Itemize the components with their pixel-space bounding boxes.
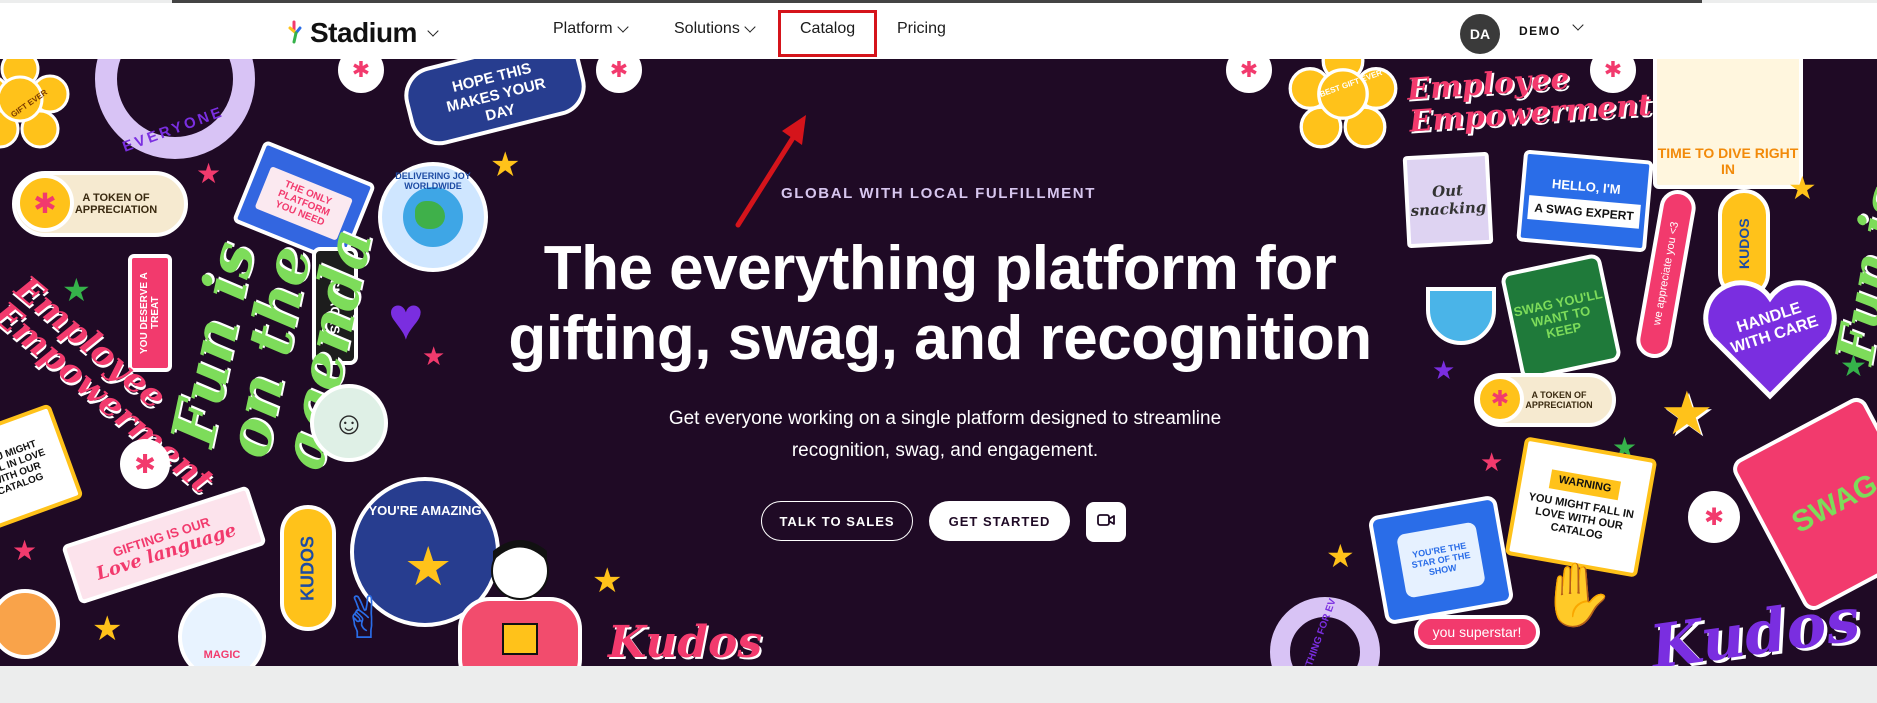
logo-mark-icon	[288, 20, 304, 46]
person-gift-sticker	[455, 529, 585, 666]
logo-text: Stadium	[310, 17, 417, 48]
star-icon: ★	[490, 146, 521, 184]
swag-block-sticker: SWAG	[1728, 393, 1877, 615]
headline-line: gifting, swag, and recognition	[508, 304, 1372, 373]
star-show-text: YOU'RE THE STAR OF THE SHOW	[1396, 521, 1486, 599]
subtitle-line: Get everyone working on a single platfor…	[668, 408, 1222, 429]
stadium-star-icon: ✱	[1688, 491, 1740, 543]
stadium-star-icon: ✱	[1476, 375, 1524, 423]
kudos-pill-left: KUDOS	[280, 505, 336, 631]
star-icon: ★	[1480, 447, 1504, 477]
magic-text: MAGIC	[203, 649, 241, 661]
chevron-down-icon	[616, 21, 629, 33]
stadium-star-icon: ✱	[120, 439, 170, 489]
page-bottom-area	[0, 666, 1877, 703]
stadium-star-icon: ✱	[16, 174, 74, 232]
headline-line: The everything platform for	[543, 234, 1337, 303]
everyone-ring-sticker	[95, 59, 255, 159]
hope-sticker: HOPE THIS MAKES YOUR DAY	[397, 59, 593, 152]
stadium-star-icon: ✱	[1226, 59, 1272, 93]
employee-empowerment-right: Employee Empowerment	[1405, 61, 1653, 140]
stadium-star-icon: ✱	[596, 59, 642, 93]
flower-sticker	[0, 59, 70, 154]
star-icon: ★	[1326, 538, 1355, 574]
superstar-sticker: you superstar!	[1414, 615, 1540, 649]
nav-item-pricing[interactable]: Pricing	[897, 20, 946, 38]
star-icon: ★	[92, 610, 123, 648]
catalog-warning-right: WARNING YOU MIGHT FALL IN LOVE WITH OUR …	[1504, 436, 1658, 578]
fall-in-love-text: YOU MIGHT FALL IN LOVE WITH OUR CATALOG	[1527, 490, 1635, 543]
nav-item-platform[interactable]: Platform	[553, 20, 629, 38]
bowl-sticker	[0, 589, 60, 659]
star-face-icon: ★	[1660, 380, 1714, 447]
avatar[interactable]: DA	[1460, 14, 1500, 54]
hero-subtitle: Get everyone working on a single platfor…	[600, 403, 1290, 467]
top-navigation: Stadium Platform Solutions Catalog Prici…	[0, 3, 1877, 59]
token-text: A TOKEN OF APPRECIATION	[1525, 390, 1593, 410]
kudos-script-left: Kudos	[608, 617, 763, 666]
video-camera-icon	[1097, 513, 1115, 532]
peace-hand-icon: ✌	[340, 586, 389, 651]
amazing-text: YOU'RE AMAZING	[368, 503, 482, 518]
tv-sticker: YOU'RE THE STAR OF THE SHOW	[1367, 494, 1515, 626]
user-label[interactable]: DEMO	[1519, 24, 1561, 38]
talk-to-sales-button[interactable]: TALK TO SALES	[761, 501, 913, 541]
hero-section: GIFT EVER EVERYONE HOPE THIS MAKES YOUR …	[0, 59, 1877, 666]
swag-mug-sticker: SWAG YOU'LL WANT TO KEEP	[1499, 252, 1623, 382]
nav-item-label: Pricing	[897, 20, 946, 37]
page: Stadium Platform Solutions Catalog Prici…	[0, 0, 1877, 703]
star-face-icon: ★	[404, 537, 453, 597]
star-icon: ★	[592, 562, 623, 600]
kudos-script-right: Kudos	[1646, 584, 1865, 666]
stadium-star-icon: ✱	[338, 59, 384, 93]
nav-item-label: Solutions	[674, 20, 740, 37]
time-to-dive-sticker: TIME TO DIVE RIGHT IN	[1653, 59, 1803, 189]
video-button[interactable]	[1086, 502, 1126, 542]
chevron-down-icon	[744, 21, 756, 33]
chevron-down-icon[interactable]	[1572, 19, 1584, 31]
hero-headline: The everything platform for gifting, swa…	[440, 234, 1440, 374]
heart-hand-icon: ♥	[388, 285, 424, 352]
get-started-button[interactable]: GET STARTED	[929, 501, 1070, 541]
catalog-warning-left: YOU MIGHT FALL IN LOVE WITH OUR CATALOG	[0, 403, 84, 535]
chevron-down-icon	[427, 25, 439, 37]
annotation-highlight-box	[778, 10, 877, 57]
ok-hand-icon: ✋	[1538, 561, 1616, 630]
person-sticker: ☺	[310, 384, 388, 462]
annotation-arrow-icon	[730, 111, 820, 236]
star-icon: ★	[12, 535, 38, 566]
nav-item-label: Platform	[553, 20, 613, 37]
subtitle-line: recognition, swag, and engagement.	[791, 440, 1099, 461]
hero-eyebrow: GLOBAL WITH LOCAL FULFILLMENT	[781, 185, 1096, 202]
star-icon: ★	[1840, 350, 1867, 383]
nav-item-solutions[interactable]: Solutions	[674, 20, 756, 38]
logo[interactable]: Stadium	[288, 17, 439, 49]
gifting-love-sticker: GIFTING IS OUR Love language	[61, 485, 267, 605]
